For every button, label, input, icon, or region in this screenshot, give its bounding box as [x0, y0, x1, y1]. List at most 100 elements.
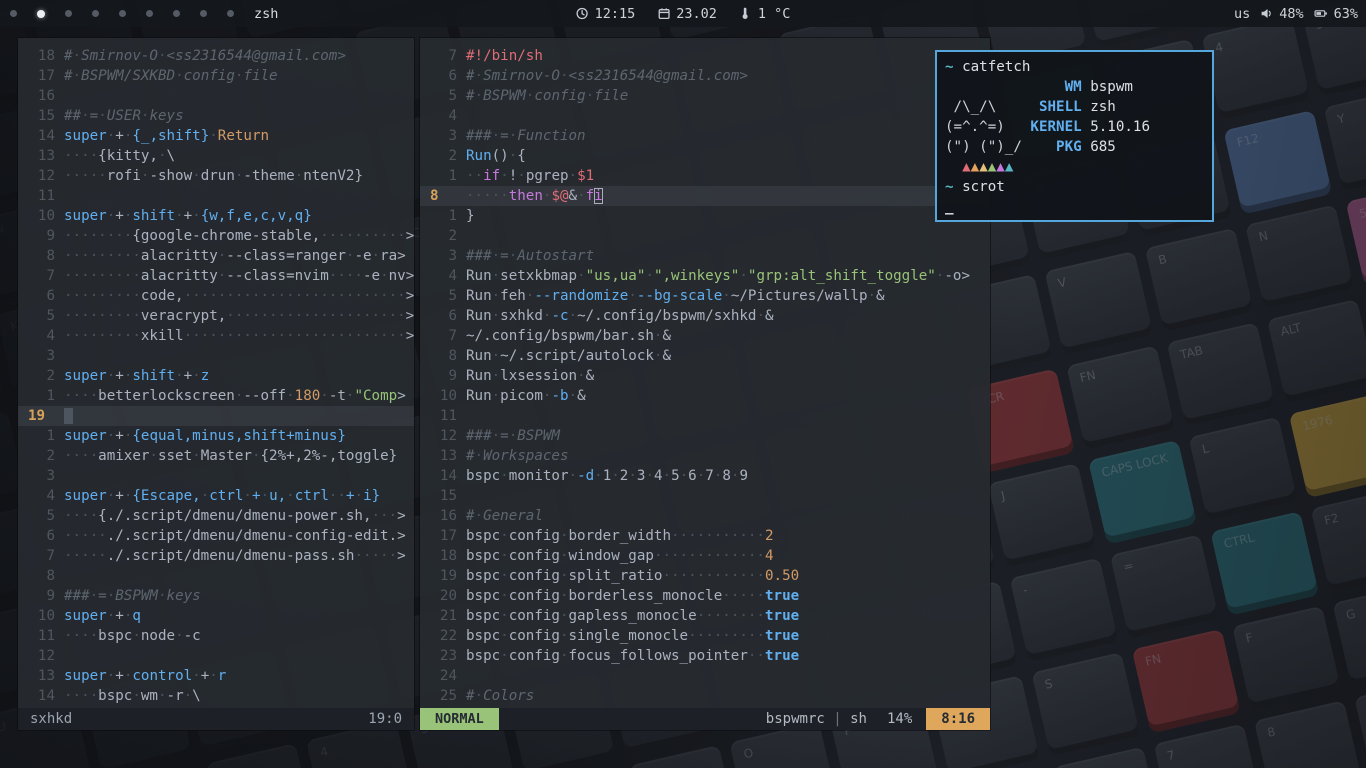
- code-line: 14bspc·monitor·-d·1·2·3·4·5·6·7·8·9: [420, 466, 990, 486]
- workspace-dot[interactable]: [65, 10, 72, 17]
- date-text: 23.02: [676, 6, 717, 22]
- floating-terminal[interactable]: ~ catfetch WM bspwm /\_/\ SHELL zsh(=^.^…: [935, 50, 1214, 222]
- terminal-editor-bspwmrc[interactable]: 7#!/bin/sh6#·Smirnov-O·<ss2316544@gmail.…: [420, 38, 990, 730]
- code-line: 14super·+·{_,shift}·Return: [18, 126, 414, 146]
- desktop: QWERTYUIOPASDFGHJKLZXCVBNM1234567890-=F1…: [0, 0, 1366, 768]
- code-line: 24: [420, 666, 990, 686]
- workspace-dot[interactable]: [146, 10, 153, 17]
- status-bar: zsh 12:15 23.02 1 °C us: [0, 0, 1366, 27]
- code-line: 1}: [420, 206, 990, 226]
- code-line: 11: [18, 186, 414, 206]
- speaker-icon: [1260, 7, 1273, 20]
- code-line: 8Run·~/.script/autolock·&: [420, 346, 990, 366]
- code-line: 12###·=·BSPWM: [420, 426, 990, 446]
- code-line: 5····{./.script/dmenu/dmenu-power.sh,···…: [18, 506, 414, 526]
- workspace-dot[interactable]: [119, 10, 126, 17]
- code-line: 2super·+·shift·+·z: [18, 366, 414, 386]
- code-line: 17bspc·config·border_width···········2: [420, 526, 990, 546]
- code-line: 19bspc·config·split_ratio············0.5…: [420, 566, 990, 586]
- code-line: 6Run·sxhkd·-c·~/.config/bspwm/sxhkd·&: [420, 306, 990, 326]
- keyboard-layout: us: [1234, 6, 1250, 22]
- battery-module: 63%: [1314, 6, 1358, 22]
- code-line: 25#·Colors: [420, 686, 990, 706]
- command-catfetch: catfetch: [962, 59, 1030, 75]
- clock-text: 12:15: [595, 6, 636, 22]
- code-line: 13super·+·control·+·r: [18, 666, 414, 686]
- code-line: 3###·=·Autostart: [420, 246, 990, 266]
- fetch-row: (") (")_/ PKG 685: [945, 137, 1204, 157]
- date-module: 23.02: [657, 6, 717, 22]
- code-line: 4·········xkill·························…: [18, 326, 414, 346]
- code-line: 9Run·lxsession·&: [420, 366, 990, 386]
- terminal-cursor: _: [945, 199, 954, 215]
- code-line: 18bspc·config·window_gap·············4: [420, 546, 990, 566]
- code-line: 19: [18, 406, 414, 426]
- code-line: 1super·+·{equal,minus,shift+minus}: [18, 426, 414, 446]
- statusline-right: NORMAL bspwmrc | sh 14% 8:16: [420, 708, 990, 730]
- code-line: 13#·Workspaces: [420, 446, 990, 466]
- fetch-row: (=^.^=) KERNEL 5.10.16: [945, 117, 1204, 137]
- color-palette-row: ▲▲▲▲▲▲: [945, 157, 1204, 177]
- code-line: 14····bspc·wm·-r·\: [18, 686, 414, 706]
- workspace-dot[interactable]: [10, 10, 17, 17]
- battery-text: 63%: [1334, 6, 1358, 22]
- statusline-fill: [499, 708, 766, 730]
- palette-swatch: ▲: [971, 159, 980, 175]
- bar-center-modules: 12:15 23.02 1 °C: [576, 0, 791, 27]
- thermometer-icon: [739, 7, 752, 20]
- code-line: 23bspc·config·focus_follows_pointer··tru…: [420, 646, 990, 666]
- code-line: 6·········code,·························…: [18, 286, 414, 306]
- code-line: 2: [420, 226, 990, 246]
- code-line: 1··if·!·pgrep·$1: [420, 166, 990, 186]
- prompt-line-1: ~ catfetch: [945, 57, 1204, 77]
- workspace-dot[interactable]: [92, 10, 99, 17]
- code-line: 4super·+·{Escape,·ctrl·+·u,·ctrl··+·i}: [18, 486, 414, 506]
- statusline-cursor-position: 19:0: [368, 711, 402, 727]
- code-line: 20bspc·config·borderless_monocle·····tru…: [420, 586, 990, 606]
- code-line: 3: [18, 466, 414, 486]
- clock-icon: [576, 7, 589, 20]
- code-line: 7·········alacritty·--class=nvim····-e·n…: [18, 266, 414, 286]
- code-line: 6·····./.script/dmenu/dmenu-config-edit.…: [18, 526, 414, 546]
- volume-module[interactable]: 48%: [1260, 6, 1303, 22]
- code-line: 5·········veracrypt,····················…: [18, 306, 414, 326]
- terminal-editor-sxhkd[interactable]: 18#·Smirnov-O·<ss2316544@gmail.com>17#·B…: [18, 38, 414, 730]
- code-line: 15##·=·USER·keys: [18, 106, 414, 126]
- code-line: 6#·Smirnov-O·<ss2316544@gmail.com>: [420, 66, 990, 86]
- workspace-dot[interactable]: [37, 10, 45, 18]
- fetch-row: WM bspwm: [945, 77, 1204, 97]
- code-line: 9###·=·BSPWM·keys: [18, 586, 414, 606]
- code-line: 9········{google-chrome-stable,·········…: [18, 226, 414, 246]
- code-line: 10super·+·q: [18, 606, 414, 626]
- code-line: 12·····rofi·-show·drun·-theme·ntenV2}: [18, 166, 414, 186]
- palette-swatch: ▲: [996, 159, 1005, 175]
- code-line: 21bspc·config·gapless_monocle········tru…: [420, 606, 990, 626]
- file-info: bspwmrc | sh: [766, 711, 867, 727]
- statusline-file-name: sxhkd: [30, 711, 72, 727]
- code-line: 7·····./.script/dmenu/dmenu-pass.sh·····…: [18, 546, 414, 566]
- palette-swatch: ▲: [1005, 159, 1014, 175]
- workspace-dot[interactable]: [227, 10, 234, 17]
- workspace-dot[interactable]: [173, 10, 180, 17]
- code-line: 7#!/bin/sh: [420, 46, 990, 66]
- workspace-indicators: [0, 10, 234, 18]
- prompt-line-3: _: [945, 197, 1204, 217]
- bar-right-modules: us 48% 63%: [1234, 6, 1366, 22]
- workspace-dot[interactable]: [200, 10, 207, 17]
- statusline-right-group: bspwmrc | sh 14%: [766, 708, 926, 730]
- code-line: 16: [18, 86, 414, 106]
- code-line: 16#·General: [420, 506, 990, 526]
- editor-lines-right: 7#!/bin/sh6#·Smirnov-O·<ss2316544@gmail.…: [420, 38, 990, 706]
- battery-icon: [1314, 7, 1328, 20]
- cursor-position-badge: 8:16: [926, 708, 990, 730]
- window-title: zsh: [254, 6, 278, 22]
- code-line: 22bspc·config·single_monocle·········tru…: [420, 626, 990, 646]
- code-line: 5Run·feh·--randomize·--bg-scale·~/Pictur…: [420, 286, 990, 306]
- catfetch-output: WM bspwm /\_/\ SHELL zsh(=^.^=) KERNEL 5…: [945, 77, 1204, 157]
- code-line: 4Run·setxkbmap·"us,ua"·",winkeys"·"grp:a…: [420, 266, 990, 286]
- palette-swatch: ▲: [988, 159, 997, 175]
- vim-mode-badge: NORMAL: [420, 708, 499, 730]
- code-line: 15: [420, 486, 990, 506]
- code-line: 3: [18, 346, 414, 366]
- code-line: 10Run·picom·-b·&: [420, 386, 990, 406]
